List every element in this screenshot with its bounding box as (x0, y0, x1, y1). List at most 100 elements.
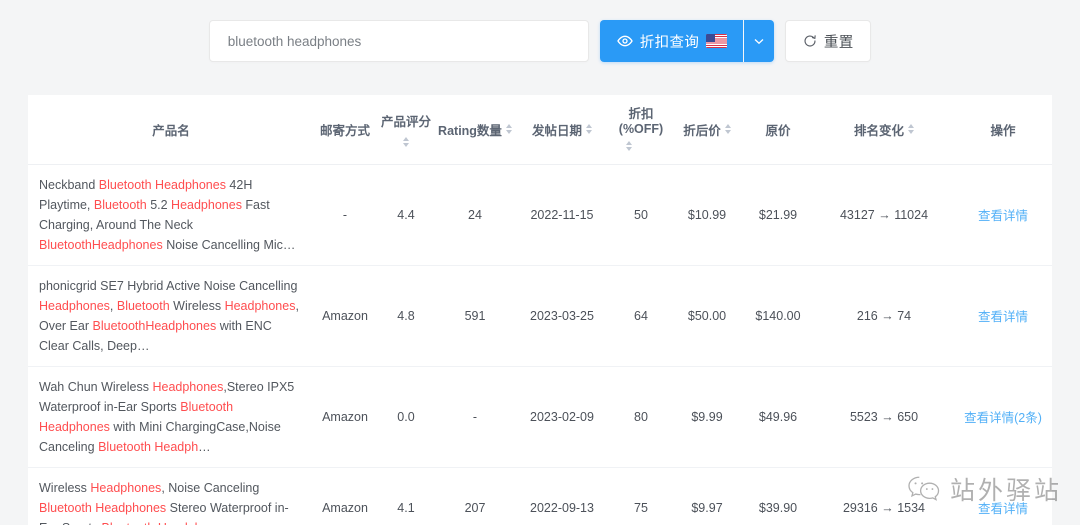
col-header-action: 操作 (954, 95, 1052, 164)
sort-icon-price[interactable] (725, 124, 731, 134)
cell-product-name[interactable]: Wireless Headphones, Noise Canceling Blu… (28, 467, 314, 525)
refresh-icon (803, 34, 817, 48)
product-name-text: 5.2 (147, 198, 171, 212)
cell-shipping: Amazon (314, 467, 376, 525)
view-detail-link[interactable]: 查看详情(2条) (964, 411, 1042, 425)
cell-action: 查看详情 (954, 265, 1052, 366)
col-header-rank[interactable]: 排名变化 (814, 95, 954, 164)
reset-label: 重置 (824, 31, 854, 52)
col-label-original: 原价 (765, 120, 790, 139)
reset-button[interactable]: 重置 (785, 20, 871, 62)
arrow-right-icon: → (878, 309, 897, 323)
cell-shipping: Amazon (314, 265, 376, 366)
cell-product-name[interactable]: phonicgrid SE7 Hybrid Active Noise Cance… (28, 265, 314, 366)
table-body: Neckband Bluetooth Headphones 42H Playti… (28, 164, 1052, 525)
cell-reviews: - (436, 366, 514, 467)
keyword-highlight: Bluetooth Headphones (39, 501, 166, 515)
cell-rank-change: 5523 → 650 (814, 366, 954, 467)
keyword-highlight: Headphones (39, 299, 110, 313)
arrow-right-icon: → (875, 208, 894, 222)
rank-to: 74 (897, 309, 911, 323)
col-header-shipping[interactable]: 邮寄方式 (314, 95, 376, 164)
keyword-highlight: Headphones (90, 481, 161, 495)
sort-icon-rating[interactable] (403, 137, 409, 147)
cell-reviews: 24 (436, 164, 514, 265)
search-toolbar: 折扣查询 重置 (0, 0, 1080, 82)
product-name-text: Wah Chun Wireless (39, 380, 152, 394)
table-header: 产品名 邮寄方式 产品评分 Rating数量 发帖日期 折扣(%OFF) 折后价… (28, 95, 1052, 164)
keyword-highlight: Bluetooth Headph (98, 440, 198, 454)
rank-from: 29316 (843, 501, 878, 515)
keyword-highlight: Bluetooth Headphones (99, 178, 226, 192)
cell-original-price: $39.90 (742, 467, 814, 525)
col-label-shipping: 邮寄方式 (320, 120, 370, 139)
rank-to: 650 (897, 410, 918, 424)
product-name-text: Neckband (39, 178, 99, 192)
rank-to: 1534 (897, 501, 925, 515)
cell-action: 查看详情 (954, 467, 1052, 525)
col-header-discount[interactable]: 折扣(%OFF) (610, 95, 672, 164)
cell-reviews: 591 (436, 265, 514, 366)
product-name-text: … (198, 440, 211, 454)
sort-icon-date[interactable] (586, 124, 592, 134)
view-detail-link[interactable]: 查看详情 (978, 310, 1028, 324)
cell-original-price: $49.96 (742, 366, 814, 467)
sort-icon-discount[interactable] (626, 141, 632, 151)
cell-product-name[interactable]: Neckband Bluetooth Headphones 42H Playti… (28, 164, 314, 265)
keyword-highlight: Headphones (171, 198, 242, 212)
cell-date: 2022-09-13 (514, 467, 610, 525)
cell-discount: 75 (610, 467, 672, 525)
col-label-rank: 排名变化 (854, 120, 904, 139)
cell-price: $50.00 (672, 265, 742, 366)
product-name-text: , Noise Canceling (161, 481, 259, 495)
discount-query-button[interactable]: 折扣查询 (600, 20, 744, 62)
cell-rating: 4.8 (376, 265, 436, 366)
col-header-rating[interactable]: 产品评分 (376, 95, 436, 164)
cell-discount: 64 (610, 265, 672, 366)
cell-original-price: $140.00 (742, 265, 814, 366)
col-label-price: 折后价 (683, 120, 721, 139)
cell-rank-change: 43127 → 11024 (814, 164, 954, 265)
sort-icon-reviews[interactable] (506, 124, 512, 134)
table-row: Wireless Headphones, Noise Canceling Blu… (28, 467, 1052, 525)
col-header-price[interactable]: 折后价 (672, 95, 742, 164)
cell-action: 查看详情(2条) (954, 366, 1052, 467)
cell-date: 2022-11-15 (514, 164, 610, 265)
cell-action: 查看详情 (954, 164, 1052, 265)
discount-query-group[interactable]: 折扣查询 (600, 20, 775, 62)
search-box[interactable] (209, 20, 589, 62)
cell-rating: 4.1 (376, 467, 436, 525)
product-name-text: Wireless (39, 481, 90, 495)
product-name-text: phonicgrid SE7 Hybrid Active Noise Cance… (39, 279, 297, 293)
sort-icon-rank[interactable] (908, 124, 914, 134)
cell-product-name[interactable]: Wah Chun Wireless Headphones,Stereo IPX5… (28, 366, 314, 467)
header-row: 产品名 邮寄方式 产品评分 Rating数量 发帖日期 折扣(%OFF) 折后价… (28, 95, 1052, 164)
rank-from: 216 (857, 309, 878, 323)
cell-discount: 50 (610, 164, 672, 265)
col-header-date[interactable]: 发帖日期 (514, 95, 610, 164)
cell-original-price: $21.99 (742, 164, 814, 265)
cell-rank-change: 216 → 74 (814, 265, 954, 366)
cell-rating: 0.0 (376, 366, 436, 467)
search-input[interactable] (226, 33, 572, 50)
cell-shipping: - (314, 164, 376, 265)
arrow-right-icon: → (878, 501, 897, 515)
view-detail-link[interactable]: 查看详情 (978, 502, 1028, 516)
col-header-name[interactable]: 产品名 (28, 95, 314, 164)
deals-table: 产品名 邮寄方式 产品评分 Rating数量 发帖日期 折扣(%OFF) 折后价… (28, 95, 1052, 525)
us-flag-icon (706, 34, 727, 48)
table-row: Wah Chun Wireless Headphones,Stereo IPX5… (28, 366, 1052, 467)
keyword-highlight: Bluetooth (94, 198, 147, 212)
col-header-reviews[interactable]: Rating数量 (436, 95, 514, 164)
cell-price: $9.97 (672, 467, 742, 525)
cell-shipping: Amazon (314, 366, 376, 467)
keyword-highlight: BluetoothHeadphones (93, 319, 217, 333)
col-header-original[interactable]: 原价 (742, 95, 814, 164)
table-row: Neckband Bluetooth Headphones 42H Playti… (28, 164, 1052, 265)
chevron-down-icon[interactable] (744, 20, 774, 62)
cell-reviews: 207 (436, 467, 514, 525)
view-detail-link[interactable]: 查看详情 (978, 209, 1028, 223)
col-label-reviews: Rating数量 (438, 120, 502, 139)
keyword-highlight: BluetoothHeadphones (39, 238, 163, 252)
col-label-rating: 产品评分 (381, 111, 431, 130)
